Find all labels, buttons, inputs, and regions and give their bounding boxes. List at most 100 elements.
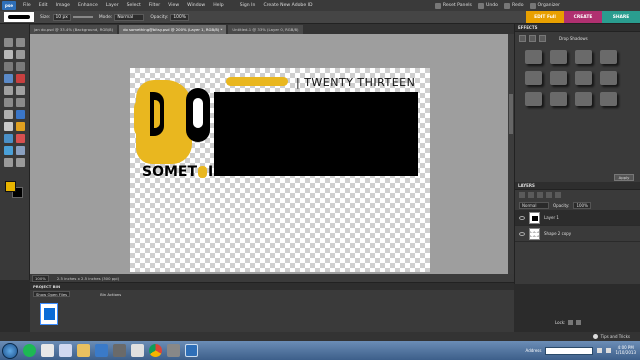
lock-pixels-icon[interactable] <box>568 319 574 325</box>
zoom-readout[interactable]: 100% <box>32 274 49 282</box>
pencil-tool-icon[interactable] <box>16 122 25 131</box>
reset-panels-button[interactable]: Reset Panels <box>434 2 472 9</box>
redeye-tool-icon[interactable] <box>16 74 25 83</box>
layer-row[interactable]: Shape 2 copy <box>515 226 640 242</box>
pen-tool-icon[interactable] <box>131 344 144 357</box>
edit-mode-button[interactable]: EDIT Full <box>526 11 564 23</box>
bin-actions-menu[interactable]: Bin Actions <box>100 292 121 297</box>
recompose-tool-icon[interactable] <box>16 98 25 107</box>
type-tool-icon[interactable] <box>16 86 25 95</box>
menu-signin[interactable]: Sign In <box>236 3 260 8</box>
volume-icon[interactable] <box>606 348 612 353</box>
menu-image[interactable]: Image <box>52 3 74 8</box>
menu-filter[interactable]: Filter <box>145 3 164 8</box>
menu-enhance[interactable]: Enhance <box>74 3 102 8</box>
delete-layer-icon[interactable] <box>555 192 561 198</box>
mode-select[interactable]: Normal <box>114 13 145 21</box>
effect-thumbnail[interactable] <box>575 92 592 106</box>
eraser-tool-icon[interactable] <box>4 122 13 131</box>
eye-icon[interactable] <box>519 231 525 236</box>
redo-button[interactable]: Redo <box>503 2 524 9</box>
menu-window[interactable]: Window <box>183 3 209 8</box>
hand-tool-icon[interactable] <box>4 50 13 59</box>
menu-select[interactable]: Select <box>123 3 145 8</box>
organizer-button[interactable]: Organizer <box>529 2 560 9</box>
layer-row[interactable]: Layer 1 <box>515 210 640 226</box>
new-layer-icon[interactable] <box>519 192 525 198</box>
layer-opacity-input[interactable]: 100% <box>573 201 591 209</box>
menu-help[interactable]: Help <box>209 3 227 8</box>
menu-layer[interactable]: Layer <box>102 3 123 8</box>
taskbar-clock[interactable]: 4:00 PM 1/10/2013 <box>615 345 636 356</box>
paint-bucket-tool-icon[interactable] <box>4 134 13 143</box>
photoshop-elements-active-icon[interactable] <box>185 344 198 357</box>
start-button-icon[interactable] <box>2 342 18 359</box>
project-bin-thumbnail[interactable] <box>40 303 58 325</box>
marquee-tool-icon[interactable] <box>4 62 13 71</box>
media-icon[interactable] <box>167 344 180 357</box>
opacity-input[interactable]: 100% <box>170 13 189 21</box>
shape-tool-icon[interactable] <box>4 146 13 155</box>
blend-mode-select[interactable]: Normal <box>519 201 549 209</box>
effect-thumbnail[interactable] <box>525 71 542 85</box>
effects-photo-icon[interactable] <box>539 34 546 42</box>
effect-thumbnail[interactable] <box>600 92 617 106</box>
doc-tab-3[interactable]: Untitled-1 @ 33% (Layer 0, RGB/8) <box>228 25 303 34</box>
doc-tab-2[interactable]: do something@bitsy.psd @ 200% (Layer 1, … <box>119 25 227 34</box>
effect-thumbnail[interactable] <box>525 92 542 106</box>
tips-and-tricks-link[interactable]: Tips and Tricks <box>601 334 630 339</box>
heal-tool-icon[interactable] <box>4 86 13 95</box>
spotify-icon[interactable] <box>23 344 36 357</box>
layer-mask-icon[interactable] <box>546 192 552 198</box>
adjustment-layer-icon[interactable] <box>537 192 543 198</box>
folder-icon[interactable] <box>77 344 90 357</box>
effects-filter-icon[interactable] <box>519 34 526 42</box>
address-input[interactable] <box>545 346 594 355</box>
effects-apply-button[interactable]: Apply <box>614 174 634 181</box>
scroll-thumb[interactable] <box>509 94 513 134</box>
player-icon[interactable] <box>113 344 126 357</box>
effect-thumbnail[interactable] <box>550 50 567 64</box>
brush-tool-icon[interactable] <box>16 110 25 119</box>
effect-thumbnail[interactable] <box>600 50 617 64</box>
menu-file[interactable]: File <box>19 3 35 8</box>
doc-tab-1[interactable]: jan do.psd @ 33.4% (Background, RGB/8) <box>30 25 118 34</box>
effect-thumbnail[interactable] <box>550 71 567 85</box>
chrome-icon[interactable] <box>149 344 162 357</box>
brush-preview[interactable] <box>4 12 34 22</box>
undo-button[interactable]: Undo <box>477 2 498 9</box>
canvas-area[interactable]: | TWENTY THIRTEEN SOMET IN <box>30 34 508 274</box>
lock-all-icon[interactable] <box>576 319 582 325</box>
move-tool-icon[interactable] <box>4 38 13 47</box>
tray-icon[interactable] <box>597 348 603 353</box>
quick-select-tool-icon[interactable] <box>4 74 13 83</box>
document-canvas[interactable]: | TWENTY THIRTEEN SOMET IN <box>130 68 430 272</box>
create-mode-button[interactable]: CREATE <box>564 11 602 23</box>
gradient-tool-icon[interactable] <box>16 134 25 143</box>
sponge-tool-icon[interactable] <box>4 158 13 167</box>
media-player-icon[interactable] <box>41 344 54 357</box>
menu-edit[interactable]: Edit <box>35 3 52 8</box>
menu-create-id[interactable]: Create New Adobe ID <box>259 3 316 8</box>
effect-thumbnail[interactable] <box>550 92 567 106</box>
eye-icon[interactable] <box>519 215 525 220</box>
effect-thumbnail[interactable] <box>575 50 592 64</box>
photoshop-elements-icon[interactable] <box>95 344 108 357</box>
new-group-icon[interactable] <box>528 192 534 198</box>
effect-thumbnail[interactable] <box>575 71 592 85</box>
effect-thumbnail[interactable] <box>525 50 542 64</box>
eyedropper-tool-icon[interactable] <box>16 50 25 59</box>
itunes-icon[interactable] <box>59 344 72 357</box>
size-slider[interactable] <box>72 16 93 18</box>
effect-thumbnail[interactable] <box>600 71 617 85</box>
show-files-select[interactable]: Show Open Files <box>33 291 71 297</box>
effects-style-icon[interactable] <box>529 34 536 42</box>
smart-brush-tool-icon[interactable] <box>16 158 25 167</box>
share-mode-button[interactable]: SHARE <box>602 11 640 23</box>
foreground-color-swatch[interactable] <box>5 181 16 192</box>
blur-tool-icon[interactable] <box>16 146 25 155</box>
menu-view[interactable]: View <box>164 3 183 8</box>
clone-stamp-tool-icon[interactable] <box>4 110 13 119</box>
crop-tool-icon[interactable] <box>4 98 13 107</box>
lasso-tool-icon[interactable] <box>16 62 25 71</box>
